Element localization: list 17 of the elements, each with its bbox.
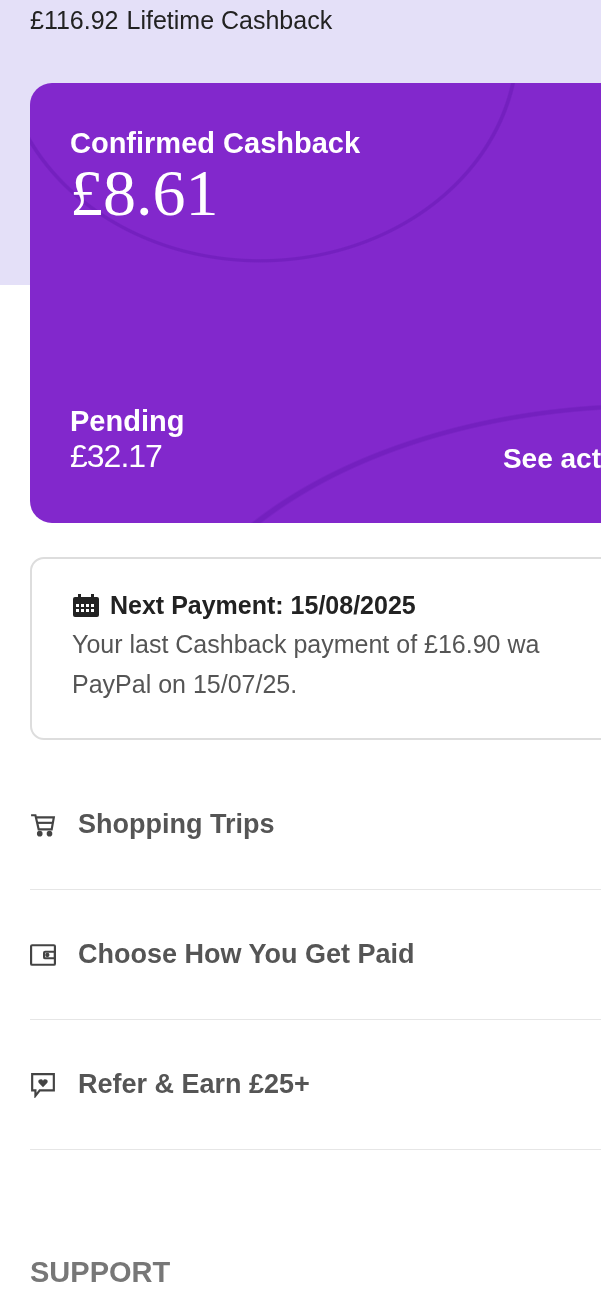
- menu-item[interactable]: Refer & Earn £25+: [30, 1020, 601, 1150]
- pending-label: Pending: [70, 405, 185, 438]
- next-payment-title: Next Payment: 15/08/2025: [110, 591, 416, 620]
- lifetime-amount: £116.92: [30, 6, 119, 35]
- section-heading: SUPPORT: [30, 1256, 172, 1289]
- confirmed-label: Confirmed Cashback: [70, 127, 362, 160]
- see-activity-link[interactable]: See act: [502, 443, 601, 475]
- lifetime-label: Lifetime Cashback: [126, 6, 333, 35]
- wallet-icon: [30, 941, 56, 968]
- menu-item[interactable]: Shopping Trips: [30, 760, 601, 890]
- cart-icon: [30, 811, 56, 838]
- pending-amount: £32.17: [70, 438, 163, 475]
- payment-message: Your last Cashback payment of £16.90 wa PayPal on 15/07/25.: [72, 629, 541, 700]
- menu-item[interactable]: Choose How You Get Paid: [30, 890, 601, 1020]
- confirmed-amount: £8.61: [70, 160, 220, 226]
- chat-heart-icon: [30, 1071, 56, 1098]
- calendar-icon: [72, 593, 100, 618]
